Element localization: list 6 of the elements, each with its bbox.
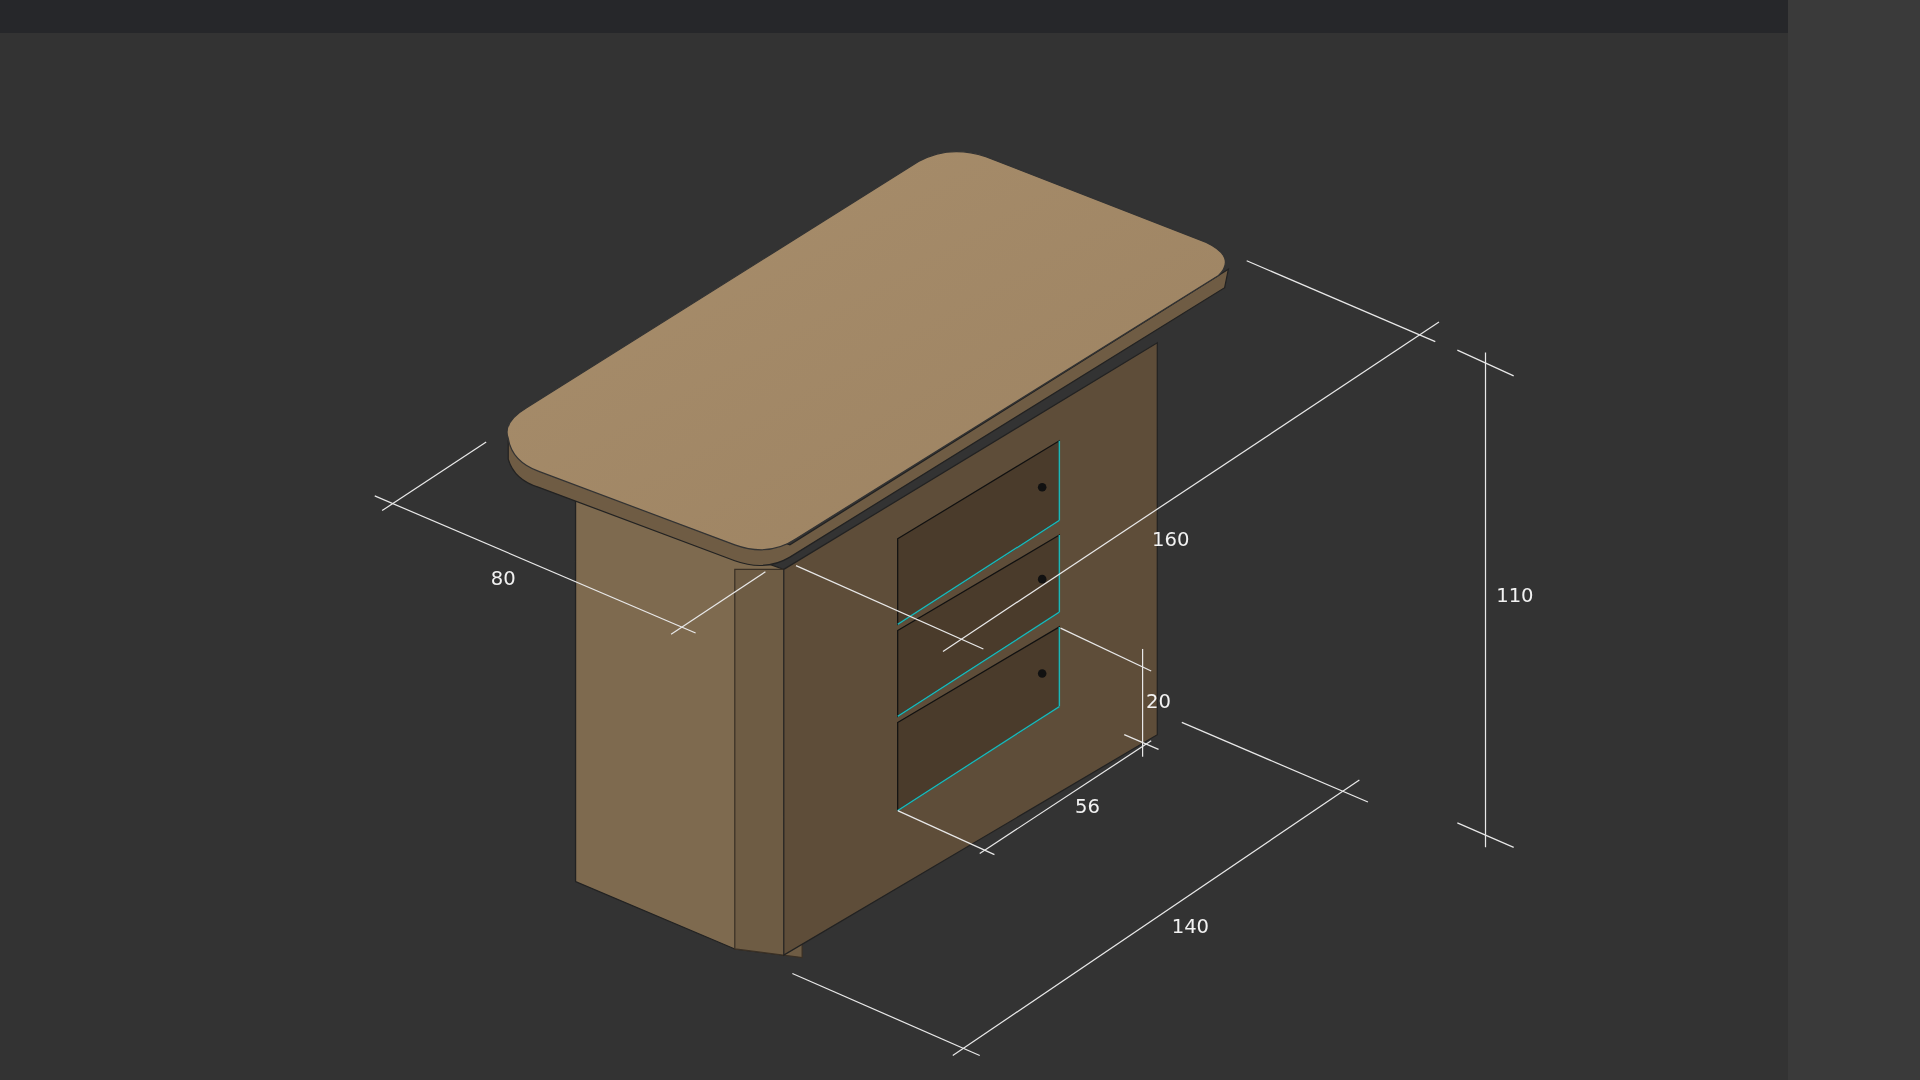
dimension-label: 140 xyxy=(1171,915,1210,939)
dimension-label: 56 xyxy=(1075,795,1100,819)
dimension-label: 20 xyxy=(1146,689,1171,713)
dimension-label: 110 xyxy=(1496,584,1534,608)
dimension-label: 80 xyxy=(490,567,516,591)
dimension-label: 160 xyxy=(1152,528,1190,552)
